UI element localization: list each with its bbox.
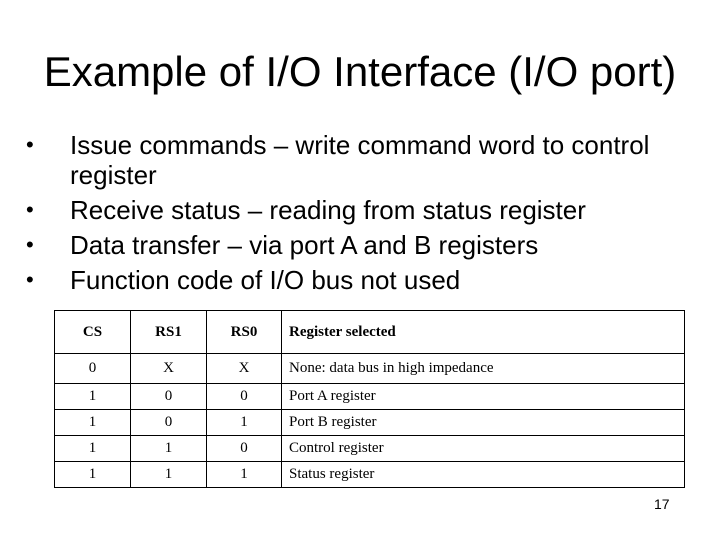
cell-cs: 1	[54, 383, 131, 410]
cell-rs0: 1	[206, 461, 282, 488]
header-cs: CS	[54, 310, 131, 354]
table-row: 1 0 1 Port B register	[54, 409, 685, 436]
cell-register: Port A register	[281, 383, 685, 410]
table-row: 1 1 1 Status register	[54, 461, 685, 488]
cell-rs1: X	[130, 353, 207, 384]
slide-title: Example of I/O Interface (I/O port)	[43, 48, 677, 95]
cell-register: Status register	[281, 461, 685, 488]
bullet-text: Issue commands – write command word to c…	[70, 130, 650, 190]
page-number: 17	[654, 496, 670, 512]
cell-rs1: 1	[130, 435, 207, 462]
cell-rs0: X	[206, 353, 282, 384]
cell-register: Control register	[281, 435, 685, 462]
cell-cs: 1	[54, 461, 131, 488]
cell-cs: 1	[54, 435, 131, 462]
bullet-list: • Issue commands – write command word to …	[26, 130, 706, 300]
bullet-text: Function code of I/O bus not used	[70, 265, 461, 295]
cell-register: None: data bus in high impedance	[281, 353, 685, 384]
cell-cs: 0	[54, 353, 131, 384]
cell-rs0: 0	[206, 383, 282, 410]
bullet-item: • Issue commands – write command word to …	[26, 130, 706, 190]
table-row: 1 0 0 Port A register	[54, 383, 685, 410]
bullet-icon: •	[26, 232, 34, 257]
bullet-text: Receive status – reading from status reg…	[70, 195, 586, 225]
table-row: 1 1 0 Control register	[54, 435, 685, 462]
cell-cs: 1	[54, 409, 131, 436]
bullet-item: • Receive status – reading from status re…	[26, 195, 706, 225]
cell-rs1: 0	[130, 409, 207, 436]
cell-rs0: 0	[206, 435, 282, 462]
bullet-item: • Function code of I/O bus not used	[26, 265, 706, 295]
header-register-selected: Register selected	[281, 310, 685, 354]
bullet-text: Data transfer – via port A and B registe…	[70, 230, 539, 260]
header-rs1: RS1	[130, 310, 207, 354]
bullet-icon: •	[26, 197, 34, 222]
cell-rs1: 1	[130, 461, 207, 488]
header-rs0: RS0	[206, 310, 282, 354]
table-header-row: CS RS1 RS0 Register selected	[54, 310, 685, 354]
cell-rs1: 0	[130, 383, 207, 410]
bullet-icon: •	[26, 132, 34, 157]
cell-rs0: 1	[206, 409, 282, 436]
bullet-icon: •	[26, 267, 34, 292]
cell-register: Port B register	[281, 409, 685, 436]
bullet-item: • Data transfer – via port A and B regist…	[26, 230, 706, 260]
register-select-table: CS RS1 RS0 Register selected 0 X X None:…	[54, 310, 685, 488]
table-row: 0 X X None: data bus in high impedance	[54, 353, 685, 384]
